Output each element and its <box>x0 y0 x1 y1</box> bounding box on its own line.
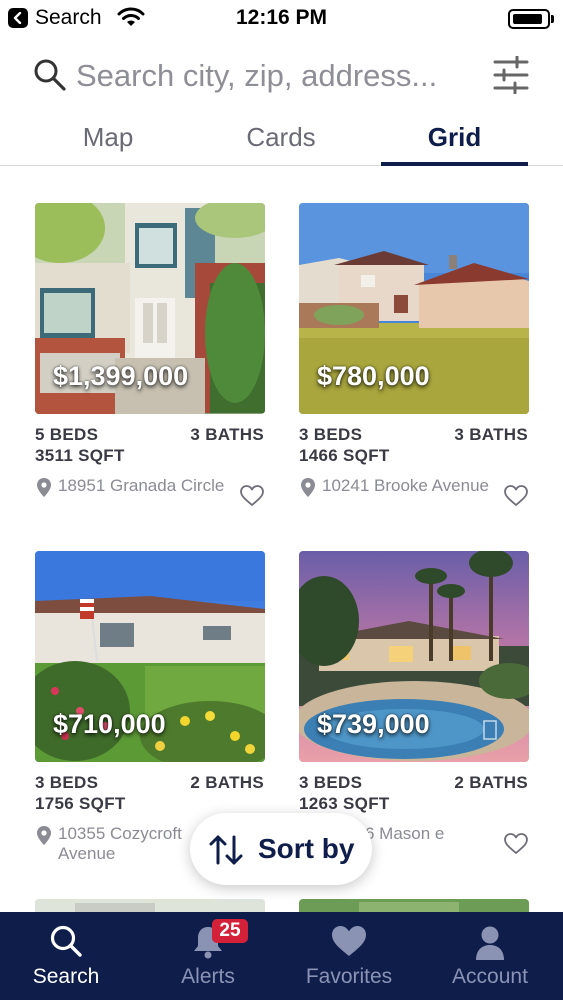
listing-beds: 3 BEDS <box>299 425 363 444</box>
nav-alerts-label: Alerts <box>181 965 235 988</box>
location-pin-icon <box>37 478 51 497</box>
nav-account-label: Account <box>452 965 528 988</box>
search-icon <box>50 925 82 957</box>
listing-price: $710,000 <box>53 709 166 739</box>
listing-baths: 3 BATHS <box>190 425 264 444</box>
listing-photo-partial[interactable] <box>35 899 265 912</box>
bottom-nav: Search 25 Alerts Favorites Account <box>0 912 563 1000</box>
sort-by-button[interactable]: Sort by <box>190 813 372 885</box>
listing-sqft: 3511 SQFT <box>35 446 125 465</box>
listing-price: $739,000 <box>317 709 430 739</box>
nav-favorites[interactable]: Favorites <box>279 912 419 1000</box>
app-screen: Search 12:16 PM Search city, zip, addres… <box>0 0 563 1000</box>
nav-search-label: Search <box>32 965 100 988</box>
listing-photo-partial[interactable] <box>299 899 529 912</box>
listing-sqft: 1756 SQFT <box>35 794 126 813</box>
nav-favorites-label: Favorites <box>305 965 393 988</box>
search-input[interactable] <box>76 56 476 96</box>
location-pin-icon <box>37 826 51 845</box>
listing-sqft: 1466 SQFT <box>299 446 390 465</box>
status-time: 12:16 PM <box>235 6 328 29</box>
alerts-count-badge: 25 <box>212 919 248 943</box>
listing-baths: 2 BATHS <box>190 773 264 792</box>
listing-beds: 5 BEDS <box>35 425 99 444</box>
search-bar <box>0 48 563 104</box>
listing-beds: 3 BEDS <box>299 773 363 792</box>
sort-by-label: Sort by <box>258 833 355 864</box>
tab-grid[interactable]: Grid <box>381 112 528 166</box>
active-tab-indicator <box>381 162 528 166</box>
favorite-heart-icon[interactable] <box>240 485 264 507</box>
status-bar: Search 12:16 PM <box>0 0 563 38</box>
favorite-heart-icon[interactable] <box>504 485 528 507</box>
listing-sqft: 1263 SQFT <box>299 794 390 813</box>
view-tabs: Map Cards Grid <box>0 112 563 166</box>
tab-map[interactable]: Map <box>38 112 178 166</box>
listing-beds: 3 BEDS <box>35 773 99 792</box>
listing-baths: 3 BATHS <box>454 425 528 444</box>
listing-baths: 2 BATHS <box>454 773 528 792</box>
battery-icon <box>508 9 554 29</box>
search-icon <box>34 59 66 91</box>
tab-cards[interactable]: Cards <box>211 112 351 166</box>
filter-sliders-icon[interactable] <box>493 56 529 94</box>
nav-alerts[interactable]: 25 Alerts <box>138 912 278 1000</box>
sort-arrows-icon <box>209 835 243 865</box>
listing-price: $1,399,000 <box>53 361 189 391</box>
favorite-heart-icon[interactable] <box>504 833 528 855</box>
listing-address: 18951 Granada Circle <box>58 476 225 495</box>
heart-icon <box>332 926 366 956</box>
nav-search[interactable]: Search <box>0 912 136 1000</box>
listing-price: $780,000 <box>317 361 430 391</box>
nav-account[interactable]: Account <box>420 912 560 1000</box>
listing-address: 6 Mason e <box>365 824 445 843</box>
person-icon <box>476 926 504 960</box>
location-pin-icon <box>301 478 315 497</box>
listing-address: 10241 Brooke Avenue <box>322 476 489 495</box>
